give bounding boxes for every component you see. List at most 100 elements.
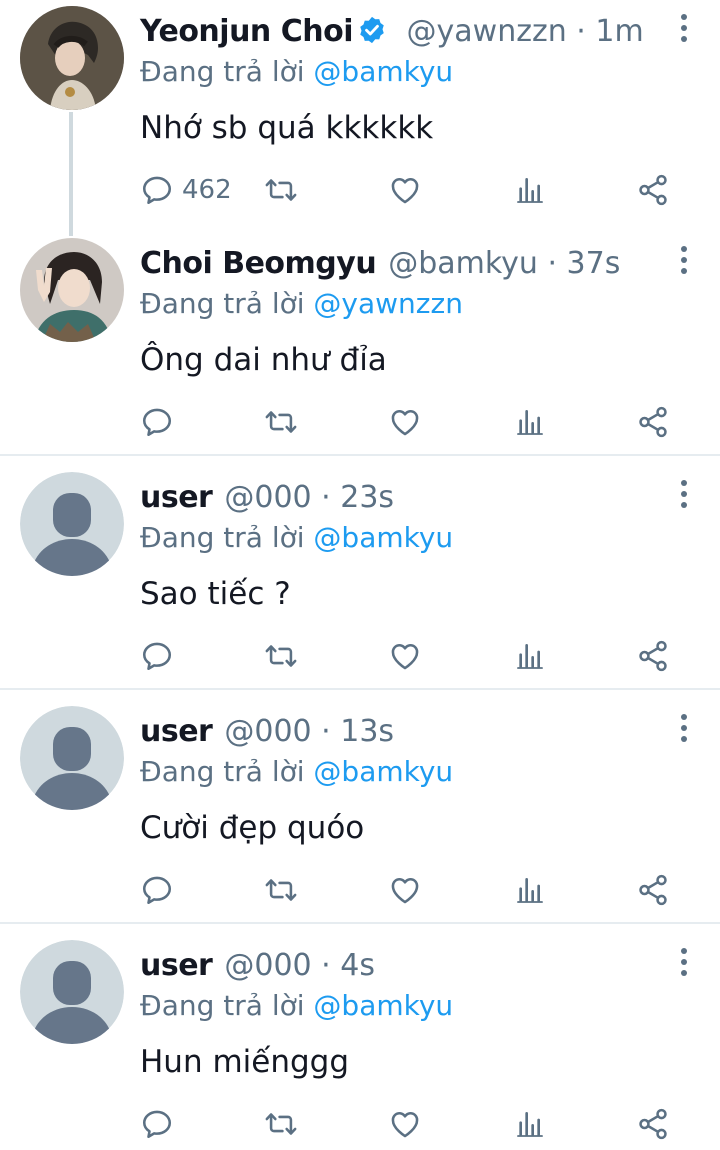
more-options-icon[interactable] (678, 948, 690, 978)
mention-link[interactable]: @bamkyu (313, 521, 453, 554)
tweet-actions (140, 402, 700, 442)
timestamp[interactable]: 13s (340, 714, 394, 749)
reply-button[interactable] (140, 870, 174, 910)
tweet-1[interactable]: Yeonjun Choi @yawnzzn · 1m Đang trả lời … (0, 0, 720, 236)
separator-dot: · (537, 246, 567, 281)
separator-dot: · (311, 714, 341, 749)
share-icon (636, 1107, 670, 1141)
more-options-icon[interactable] (678, 246, 690, 276)
analytics-button[interactable] (514, 1104, 546, 1144)
retweet-button[interactable] (264, 402, 298, 442)
replying-to: Đang trả lời @bamkyu (140, 754, 453, 790)
more-options-icon[interactable] (678, 480, 690, 510)
reply-button[interactable] (140, 402, 174, 442)
replying-to-label: Đang trả lời (140, 521, 305, 554)
like-button[interactable] (388, 870, 422, 910)
more-options-icon[interactable] (678, 14, 690, 44)
analytics-icon (514, 1108, 546, 1140)
replying-to: Đang trả lời @bamkyu (140, 988, 453, 1024)
share-button[interactable] (636, 636, 670, 676)
replying-to: Đang trả lời @bamkyu (140, 520, 453, 556)
retweet-button[interactable] (264, 870, 298, 910)
tweet-4[interactable]: user @000 · 13s Đang trả lời @bamkyu Cười đ… (0, 690, 720, 924)
reply-button[interactable] (140, 636, 174, 676)
tweet-actions: 462 (140, 170, 700, 210)
replying-to-label: Đang trả lời (140, 755, 305, 788)
mention-link[interactable]: @bamkyu (313, 989, 453, 1022)
like-button[interactable] (388, 1104, 422, 1144)
mention-link[interactable]: @yawnzzn (313, 287, 463, 320)
timestamp[interactable]: 23s (340, 480, 394, 515)
display-name[interactable]: Yeonjun Choi (140, 14, 354, 49)
replying-to: Đang trả lời @bamkyu (140, 54, 453, 90)
more-options-icon[interactable] (678, 714, 690, 744)
verified-badge-icon (357, 15, 387, 56)
retweet-icon (264, 639, 298, 673)
default-avatar-icon (20, 706, 124, 810)
replying-to-label: Đang trả lời (140, 287, 305, 320)
analytics-button[interactable] (514, 170, 546, 210)
heart-icon (388, 405, 422, 439)
handle[interactable]: @bamkyu (388, 246, 538, 281)
reply-icon (140, 405, 174, 439)
retweet-button[interactable] (264, 170, 298, 210)
retweet-button[interactable] (264, 636, 298, 676)
tweet-actions (140, 636, 700, 676)
tweet-3[interactable]: user @000 · 23s Đang trả lời @bamkyu Sao ti… (0, 456, 720, 690)
analytics-icon (514, 640, 546, 672)
avatar-default[interactable] (20, 940, 124, 1044)
reply-button[interactable] (140, 1104, 174, 1144)
like-button[interactable] (388, 402, 422, 442)
timestamp[interactable]: 1m (595, 14, 643, 49)
share-icon (636, 639, 670, 673)
default-avatar-icon (20, 940, 124, 1044)
separator-dot: · (311, 948, 341, 983)
separator-dot: · (576, 14, 596, 49)
replying-to-label: Đang trả lời (140, 989, 305, 1022)
reply-button[interactable]: 462 (140, 170, 232, 210)
replying-to: Đang trả lời @yawnzzn (140, 286, 463, 322)
display-name[interactable]: user (140, 948, 213, 983)
avatar-yeonjun[interactable] (20, 6, 124, 110)
retweet-icon (264, 405, 298, 439)
separator-dot: · (311, 480, 341, 515)
tweet-5[interactable]: user @000 · 4s Đang trả lời @bamkyu Hun miế… (0, 924, 720, 1150)
tweet-header: user @000 · 23s (140, 478, 660, 518)
avatar-default[interactable] (20, 472, 124, 576)
mention-link[interactable]: @bamkyu (313, 55, 453, 88)
timestamp[interactable]: 37s (567, 246, 621, 281)
share-button[interactable] (636, 1104, 670, 1144)
analytics-button[interactable] (514, 636, 546, 676)
timestamp[interactable]: 4s (340, 948, 375, 983)
thread-line (69, 112, 73, 236)
analytics-icon (514, 174, 546, 206)
like-button[interactable] (388, 636, 422, 676)
retweet-button[interactable] (264, 1104, 298, 1144)
share-button[interactable] (636, 170, 670, 210)
tweet-text: Ông dai như đỉa (140, 342, 387, 378)
display-name[interactable]: Choi Beomgyu (140, 246, 377, 281)
reply-icon (140, 873, 174, 907)
display-name[interactable]: user (140, 480, 213, 515)
replying-to-label: Đang trả lời (140, 55, 305, 88)
analytics-button[interactable] (514, 402, 546, 442)
reply-icon (140, 639, 174, 673)
share-button[interactable] (636, 870, 670, 910)
handle[interactable]: @000 (224, 948, 311, 983)
display-name[interactable]: user (140, 714, 213, 749)
tweet-text: Cười đẹp quóo (140, 810, 365, 846)
like-button[interactable] (388, 170, 422, 210)
share-button[interactable] (636, 402, 670, 442)
avatar-default[interactable] (20, 706, 124, 810)
handle[interactable]: @000 (224, 480, 311, 515)
tweet-2[interactable]: Choi Beomgyu @bamkyu · 37s Đang trả lời @y… (0, 232, 720, 456)
analytics-button[interactable] (514, 870, 546, 910)
mention-link[interactable]: @bamkyu (313, 755, 453, 788)
handle[interactable]: @yawnzzn (407, 14, 567, 49)
avatar-beomgyu[interactable] (20, 238, 124, 342)
tweet-text: Nhớ sb quá kkkkkk (140, 110, 434, 146)
heart-icon (388, 873, 422, 907)
heart-icon (388, 173, 422, 207)
handle[interactable]: @000 (224, 714, 311, 749)
reply-count: 462 (182, 175, 232, 205)
